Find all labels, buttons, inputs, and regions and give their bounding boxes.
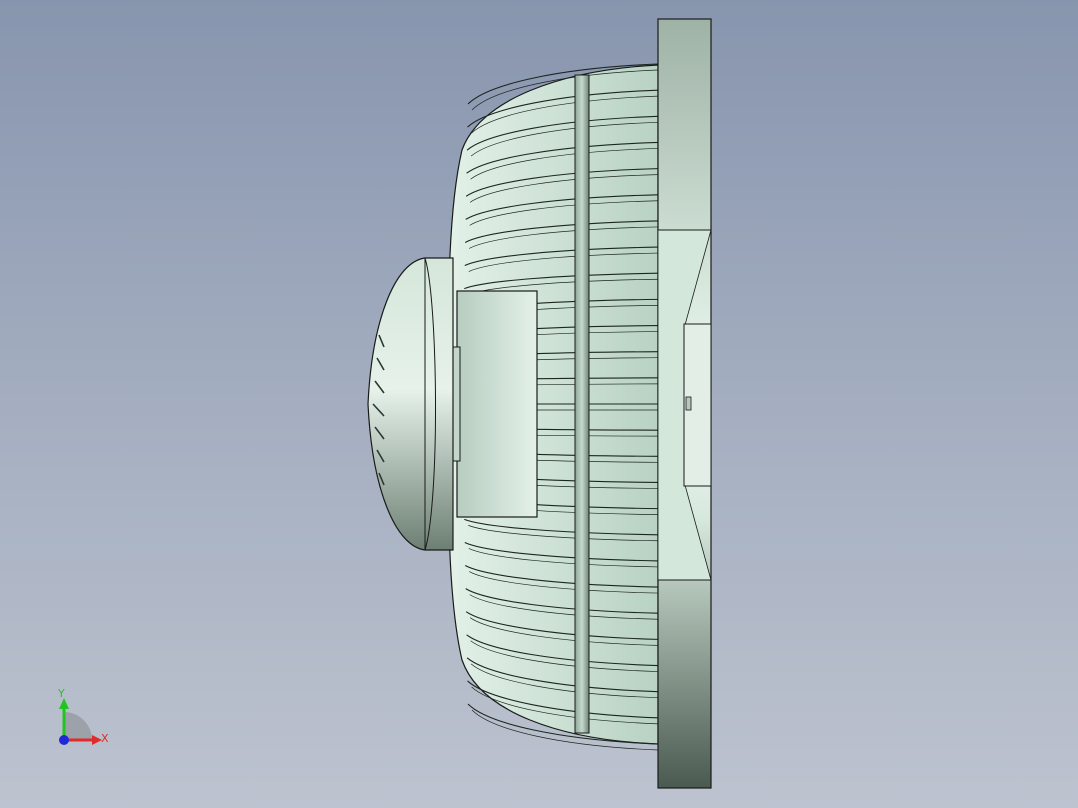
axis-triad[interactable]: Y X (48, 684, 118, 756)
motor-housing[interactable] (367, 257, 454, 551)
mounting-flange[interactable] (657, 18, 712, 789)
y-axis-label: Y (58, 687, 65, 700)
z-axis-origin (59, 735, 69, 745)
fan-guard-model[interactable] (0, 0, 1078, 808)
x-axis-label: X (101, 732, 109, 745)
cad-viewport[interactable]: Y X (0, 0, 1078, 808)
triad-arc (64, 712, 92, 740)
support-ring[interactable] (574, 74, 590, 734)
flange-pin[interactable] (685, 396, 692, 411)
